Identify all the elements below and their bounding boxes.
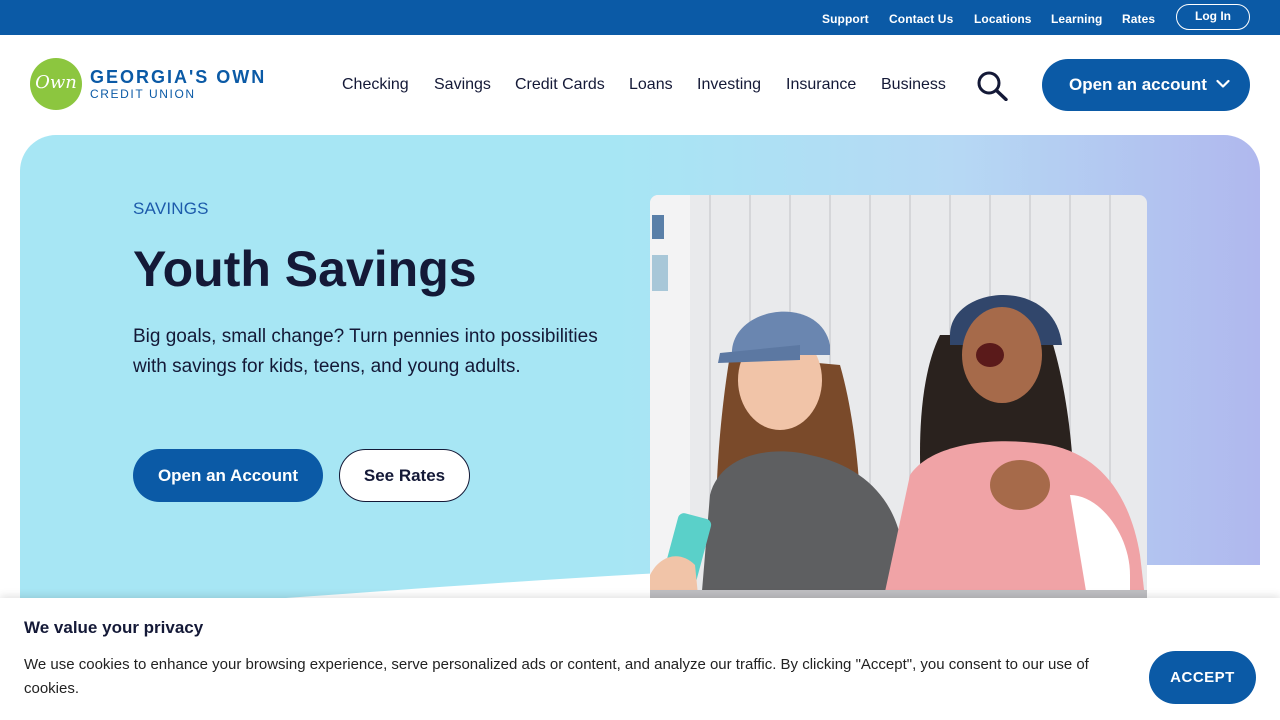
main-nav: Own GEORGIA'S OWN CREDIT UNION Checking …	[0, 35, 1280, 135]
nav-item-credit-cards[interactable]: Credit Cards	[515, 76, 605, 94]
brand-name[interactable]: GEORGIA'S OWN	[90, 67, 266, 88]
cookie-title: We value your privacy	[24, 618, 204, 637]
login-button[interactable]: Log In	[1176, 4, 1250, 30]
accept-cookies-button[interactable]: ACCEPT	[1149, 651, 1256, 704]
hero-photo	[650, 195, 1147, 615]
brand-subname: CREDIT UNION	[90, 87, 196, 101]
nav-item-business[interactable]: Business	[881, 76, 946, 94]
cookie-text: We use cookies to enhance your browsing …	[24, 656, 1089, 697]
hero-description: Big goals, small change? Turn pennies in…	[133, 326, 598, 377]
open-account-dropdown-button[interactable]: Open an account	[1042, 59, 1250, 111]
utility-link-rates[interactable]: Rates	[1122, 12, 1155, 26]
hero-eyebrow: SAVINGS	[133, 199, 209, 218]
utility-link-contact-us[interactable]: Contact Us	[889, 12, 953, 26]
page-title: Youth Savings	[133, 241, 477, 297]
nav-item-insurance[interactable]: Insurance	[786, 76, 856, 94]
utility-link-locations[interactable]: Locations	[974, 12, 1032, 26]
logo-mark: Own	[35, 72, 77, 93]
nav-item-loans[interactable]: Loans	[629, 76, 673, 94]
search-icon[interactable]	[976, 71, 1008, 101]
cookie-banner: We value your privacy We use cookies to …	[0, 598, 1280, 720]
nav-item-investing[interactable]: Investing	[697, 76, 761, 94]
nav-item-savings[interactable]: Savings	[434, 76, 491, 94]
chevron-down-icon	[1216, 79, 1230, 88]
nav-item-checking[interactable]: Checking	[342, 76, 409, 94]
open-account-label: Open an account	[1069, 75, 1207, 94]
see-rates-button[interactable]: See Rates	[339, 449, 470, 502]
open-an-account-button[interactable]: Open an Account	[133, 449, 323, 502]
utility-link-learning[interactable]: Learning	[1051, 12, 1102, 26]
logo-icon[interactable]: Own	[30, 58, 82, 110]
utility-link-support[interactable]: Support	[822, 12, 869, 26]
utility-bar: Support Contact Us Locations Learning Ra…	[0, 0, 1280, 35]
